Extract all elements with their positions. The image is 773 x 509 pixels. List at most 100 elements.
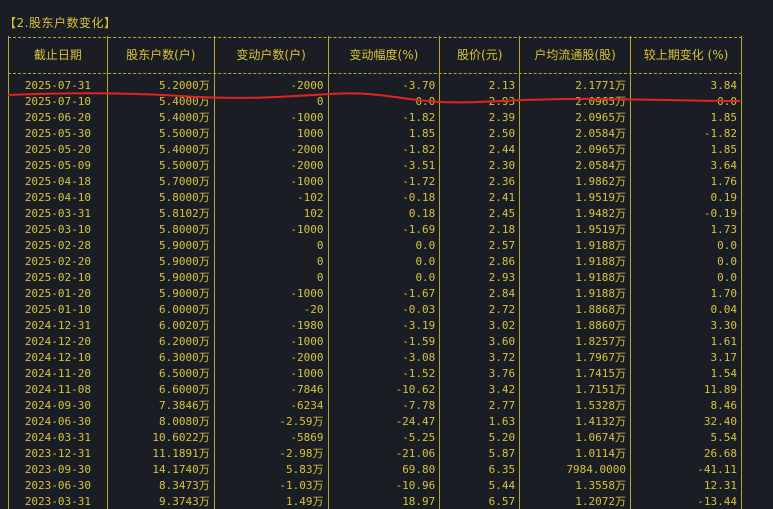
cell-change: -1000: [213, 173, 329, 189]
cell-vs-prev: 8.46: [630, 397, 742, 413]
cell-vs-prev: 11.89: [630, 381, 742, 397]
cell-date: 2025-07-31: [8, 73, 108, 93]
table-row[interactable]: 2024-03-31 10.6022万 -5869 -5.25 5.20 1.0674万 5…: [8, 429, 742, 445]
cell-change-pct: -10.62: [327, 381, 441, 397]
cell-holders: 6.6000万: [106, 381, 215, 397]
cell-date: 2023-09-30: [8, 461, 108, 477]
cell-change: -2.98万: [213, 445, 329, 461]
cell-date: 2025-01-20: [8, 285, 108, 301]
cell-holders: 14.1740万: [106, 461, 215, 477]
cell-avg-shares: 1.0674万: [519, 429, 632, 445]
cell-price: 3.02: [439, 317, 521, 333]
cell-vs-prev: 1.61: [630, 333, 742, 349]
table-row[interactable]: 2023-06-30 8.3473万 -1.03万 -10.96 5.44 1.3558万…: [8, 477, 742, 493]
cell-holders: 9.3743万: [106, 493, 215, 509]
table-row[interactable]: 2025-03-31 5.8102万 102 0.18 2.45 1.9482万 -0.19: [8, 205, 742, 221]
cell-change-pct: 69.80: [327, 461, 441, 477]
cell-change-pct: -3.19: [327, 317, 441, 333]
cell-holders: 6.3000万: [106, 349, 215, 365]
table-row[interactable]: 2023-03-31 9.3743万 1.49万 18.97 6.57 1.2072万 -1…: [8, 493, 742, 509]
col-header-change-pct[interactable]: 变动幅度(%): [327, 36, 441, 73]
table-row[interactable]: 2025-01-10 6.0000万 -20 -0.03 2.72 1.8868万 0.04: [8, 301, 742, 317]
cell-vs-prev: 0.0: [630, 269, 742, 285]
cell-change: -102: [213, 189, 329, 205]
cell-avg-shares: 1.8257万: [519, 333, 632, 349]
cell-change-pct: 0.0: [327, 237, 441, 253]
cell-avg-shares: 1.4132万: [519, 413, 632, 429]
cell-holders: 11.1891万: [106, 445, 215, 461]
table-row[interactable]: 2024-06-30 8.0080万 -2.59万 -24.47 1.63 1.4132万…: [8, 413, 742, 429]
cell-vs-prev: 3.64: [630, 157, 742, 173]
table-row[interactable]: 2023-09-30 14.1740万 5.83万 69.80 6.35 7984.000…: [8, 461, 742, 477]
cell-vs-prev: 1.76: [630, 173, 742, 189]
table-row[interactable]: 2025-07-31 5.2000万 -2000 -3.70 2.13 2.1771万 3.…: [8, 73, 742, 93]
cell-date: 2025-04-18: [8, 173, 108, 189]
shareholder-table: 截止日期 股东户数(户) 变动户数(户) 变动幅度(%) 股价(元) 户均流通股…: [8, 36, 742, 509]
table-row[interactable]: 2024-12-20 6.2000万 -1000 -1.59 3.60 1.8257万 1.…: [8, 333, 742, 349]
col-header-avg-shares[interactable]: 户均流通股(股): [519, 36, 632, 73]
table-row[interactable]: 2024-12-10 6.3000万 -2000 -3.08 3.72 1.7967万 3.…: [8, 349, 742, 365]
cell-change-pct: -1.82: [327, 141, 441, 157]
cell-change: -1000: [213, 285, 329, 301]
cell-vs-prev: 1.85: [630, 109, 742, 125]
cell-avg-shares: 1.7415万: [519, 365, 632, 381]
table-row[interactable]: 2025-05-30 5.5000万 1000 1.85 2.50 2.0584万 -1.8…: [8, 125, 742, 141]
cell-price: 5.44: [439, 477, 521, 493]
cell-date: 2024-11-08: [8, 381, 108, 397]
cell-change-pct: 18.97: [327, 493, 441, 509]
col-header-date[interactable]: 截止日期: [8, 36, 108, 73]
table-row[interactable]: 2023-12-31 11.1891万 -2.98万 -21.06 5.87 1.0114…: [8, 445, 742, 461]
cell-holders: 5.9000万: [106, 269, 215, 285]
table-row[interactable]: 2024-12-31 6.0020万 -1980 -3.19 3.02 1.8860万 3.…: [8, 317, 742, 333]
cell-date: 2025-02-10: [8, 269, 108, 285]
cell-date: 2024-03-31: [8, 429, 108, 445]
cell-date: 2025-01-10: [8, 301, 108, 317]
cell-change: 1.49万: [213, 493, 329, 509]
cell-change: 5.83万: [213, 461, 329, 477]
table-row[interactable]: 2025-02-28 5.9000万 0 0.0 2.57 1.9188万 0.0: [8, 237, 742, 253]
cell-price: 2.86: [439, 253, 521, 269]
table-row[interactable]: 2025-02-20 5.9000万 0 0.0 2.86 1.9188万 0.0: [8, 253, 742, 269]
table-row[interactable]: 2025-04-18 5.7000万 -1000 -1.72 2.36 1.9862万 1.…: [8, 173, 742, 189]
table-row[interactable]: 2024-09-30 7.3846万 -6234 -7.78 2.77 1.5328万 8.…: [8, 397, 742, 413]
cell-avg-shares: 2.0584万: [519, 125, 632, 141]
cell-price: 1.63: [439, 413, 521, 429]
cell-change: 0: [213, 237, 329, 253]
cell-vs-prev: 0.0: [630, 93, 742, 109]
cell-change-pct: -1.72: [327, 173, 441, 189]
cell-date: 2025-04-10: [8, 189, 108, 205]
table-row[interactable]: 2025-01-20 5.9000万 -1000 -1.67 2.84 1.9188万 1.…: [8, 285, 742, 301]
col-header-change[interactable]: 变动户数(户): [213, 36, 329, 73]
cell-price: 2.50: [439, 125, 521, 141]
cell-price: 2.36: [439, 173, 521, 189]
cell-date: 2023-06-30: [8, 477, 108, 493]
table-row[interactable]: 2024-11-08 6.6000万 -7846 -10.62 3.42 1.7151万 1…: [8, 381, 742, 397]
table-row[interactable]: 2025-04-10 5.8000万 -102 -0.18 2.41 1.9519万 0.1…: [8, 189, 742, 205]
cell-change: -7846: [213, 381, 329, 397]
col-header-price[interactable]: 股价(元): [439, 36, 521, 73]
cell-avg-shares: 1.7967万: [519, 349, 632, 365]
cell-vs-prev: 3.17: [630, 349, 742, 365]
table-row[interactable]: 2025-05-09 5.5000万 -2000 -3.51 2.30 2.0584万 3.…: [8, 157, 742, 173]
col-header-vs-prev[interactable]: 较上期变化 (%): [630, 36, 742, 73]
cell-holders: 6.0020万: [106, 317, 215, 333]
cell-change: 0: [213, 253, 329, 269]
cell-avg-shares: 1.5328万: [519, 397, 632, 413]
cell-vs-prev: -0.19: [630, 205, 742, 221]
cell-date: 2024-12-20: [8, 333, 108, 349]
table-row[interactable]: 2025-03-10 5.8000万 -1000 -1.69 2.18 1.9519万 1.…: [8, 221, 742, 237]
cell-holders: 5.4000万: [106, 141, 215, 157]
cell-holders: 6.5000万: [106, 365, 215, 381]
cell-date: 2023-12-31: [8, 445, 108, 461]
cell-change-pct: -24.47: [327, 413, 441, 429]
table-row[interactable]: 2025-05-20 5.4000万 -2000 -1.82 2.44 2.0965万 1.…: [8, 141, 742, 157]
table-row[interactable]: 2025-06-20 5.4000万 -1000 -1.82 2.39 2.0965万 1.…: [8, 109, 742, 125]
cell-change: -2000: [213, 349, 329, 365]
col-header-holders[interactable]: 股东户数(户): [106, 36, 215, 73]
cell-date: 2025-05-20: [8, 141, 108, 157]
table-row[interactable]: 2025-02-10 5.9000万 0 0.0 2.93 1.9188万 0.0: [8, 269, 742, 285]
table-body: 2025-07-31 5.2000万 -2000 -3.70 2.13 2.1771万 3.…: [8, 73, 742, 509]
table-row[interactable]: 2024-11-20 6.5000万 -1000 -1.52 3.76 1.7415万 1.…: [8, 365, 742, 381]
table-row[interactable]: 2025-07-10 5.4000万 0 0.0 2.93 2.0965万 0.0: [8, 93, 742, 109]
cell-date: 2024-06-30: [8, 413, 108, 429]
